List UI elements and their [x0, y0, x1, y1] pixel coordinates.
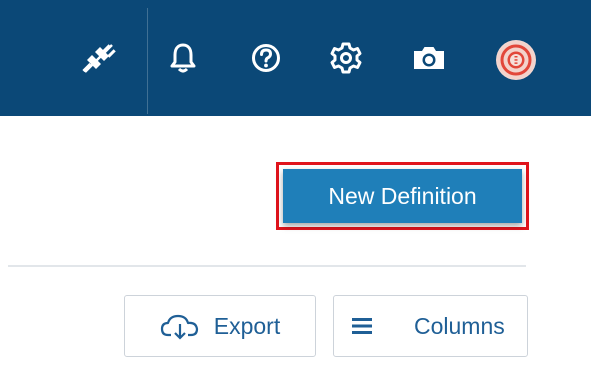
columns-button[interactable]: Columns — [333, 295, 528, 357]
columns-label: Columns — [414, 312, 505, 339]
menu-lines-icon — [352, 318, 372, 334]
cloud-download-icon — [160, 314, 198, 340]
plug-disconnected-icon[interactable] — [78, 38, 118, 78]
bell-icon[interactable] — [163, 38, 203, 78]
topbar-divider — [147, 8, 148, 114]
top-navigation-bar — [0, 0, 591, 116]
section-divider — [8, 265, 526, 267]
export-label: Export — [213, 312, 281, 339]
camera-icon[interactable] — [409, 38, 449, 78]
help-icon[interactable] — [246, 38, 286, 78]
new-definition-highlight: New Definition — [276, 162, 529, 230]
gear-icon[interactable] — [326, 38, 366, 78]
export-button[interactable]: Export — [124, 295, 316, 357]
user-avatar[interactable] — [496, 40, 536, 80]
new-definition-button[interactable]: New Definition — [283, 169, 522, 223]
